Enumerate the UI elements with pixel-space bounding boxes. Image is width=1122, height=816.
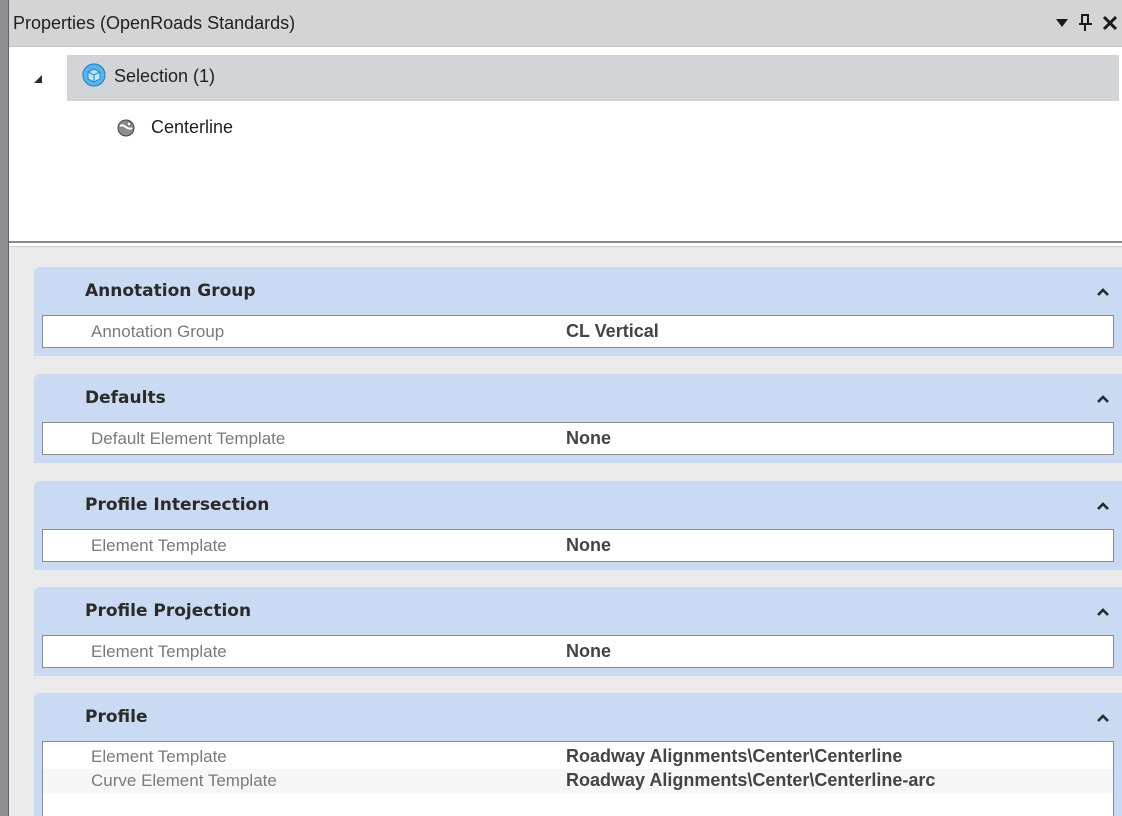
group-title: Profile Projection bbox=[85, 601, 252, 621]
tree-label-centerline[interactable]: Centerline bbox=[151, 117, 233, 138]
tree-label-selection[interactable]: Selection (1) bbox=[114, 66, 215, 87]
property-value[interactable]: Roadway Alignments\Center\Centerline-arc bbox=[566, 770, 935, 791]
chevron-down-icon[interactable] bbox=[1050, 9, 1074, 37]
window-left-edge bbox=[0, 0, 8, 816]
chevron-up-icon[interactable] bbox=[1096, 284, 1110, 302]
group-body-profile-intersection: Element Template None bbox=[34, 529, 1122, 570]
chevron-up-icon[interactable] bbox=[1096, 604, 1110, 622]
property-row[interactable]: Curve Element Template Roadway Alignment… bbox=[43, 769, 1113, 793]
group-header-profile-intersection[interactable]: Profile Intersection bbox=[34, 481, 1122, 529]
group-body-annotation-group: Annotation Group CL Vertical bbox=[34, 315, 1122, 356]
group-title: Annotation Group bbox=[85, 281, 256, 301]
property-rows: Element Template Roadway Alignments\Cent… bbox=[42, 741, 1114, 816]
panel-title-bar[interactable]: Properties (OpenRoads Standards) bbox=[9, 0, 1122, 47]
group-body-profile-projection: Element Template None bbox=[34, 635, 1122, 676]
group-header-profile-projection[interactable]: Profile Projection bbox=[34, 587, 1122, 635]
property-name: Default Element Template bbox=[91, 429, 286, 448]
close-icon[interactable] bbox=[1098, 9, 1122, 37]
property-row[interactable]: Default Element Template None bbox=[43, 423, 1113, 454]
chevron-up-icon[interactable] bbox=[1096, 710, 1110, 728]
group-body-profile: Element Template Roadway Alignments\Cent… bbox=[34, 741, 1122, 816]
property-value[interactable]: None bbox=[566, 535, 611, 556]
property-name: Curve Element Template bbox=[91, 771, 277, 790]
property-rows: Annotation Group CL Vertical bbox=[42, 315, 1114, 348]
property-value[interactable]: None bbox=[566, 641, 611, 662]
group-header-defaults[interactable]: Defaults bbox=[34, 374, 1122, 422]
group-title: Defaults bbox=[85, 388, 166, 408]
property-row[interactable]: Element Template None bbox=[43, 636, 1113, 667]
panel-title: Properties (OpenRoads Standards) bbox=[13, 13, 296, 33]
property-rows: Element Template None bbox=[42, 635, 1114, 668]
group-title: Profile Intersection bbox=[85, 495, 270, 515]
chevron-up-icon[interactable] bbox=[1096, 498, 1110, 516]
group-body-defaults: Default Element Template None bbox=[34, 422, 1122, 463]
property-value[interactable]: None bbox=[566, 428, 611, 449]
property-name: Element Template bbox=[91, 747, 227, 766]
selection-cube-icon bbox=[82, 63, 106, 92]
group-title: Profile bbox=[85, 707, 148, 727]
property-value[interactable]: Roadway Alignments\Center\Centerline bbox=[566, 746, 902, 767]
expand-triangle-icon[interactable] bbox=[33, 71, 43, 89]
centerline-icon bbox=[116, 118, 136, 143]
property-value[interactable]: CL Vertical bbox=[566, 321, 659, 342]
title-bar-buttons bbox=[1050, 9, 1122, 37]
chevron-up-icon[interactable] bbox=[1096, 391, 1110, 409]
selection-tree: Selection (1) Centerline bbox=[9, 47, 1122, 241]
property-row[interactable]: Element Template Roadway Alignments\Cent… bbox=[43, 745, 1113, 769]
property-name: Annotation Group bbox=[91, 322, 225, 341]
pin-icon[interactable] bbox=[1074, 9, 1098, 37]
properties-grid: Annotation Group Annotation Group CL Ver… bbox=[9, 247, 1122, 816]
property-name: Element Template bbox=[91, 642, 227, 661]
property-row[interactable]: Annotation Group CL Vertical bbox=[43, 316, 1113, 347]
tree-row-selection[interactable] bbox=[67, 55, 1119, 101]
property-rows: Element Template None bbox=[42, 529, 1114, 562]
group-header-annotation-group[interactable]: Annotation Group bbox=[34, 267, 1122, 315]
group-header-profile[interactable]: Profile bbox=[34, 693, 1122, 741]
properties-window: Properties (OpenRoads Standards) Selecti… bbox=[0, 0, 1122, 816]
property-row[interactable]: Element Template None bbox=[43, 530, 1113, 561]
property-name: Element Template bbox=[91, 536, 227, 555]
property-rows: Default Element Template None bbox=[42, 422, 1114, 455]
